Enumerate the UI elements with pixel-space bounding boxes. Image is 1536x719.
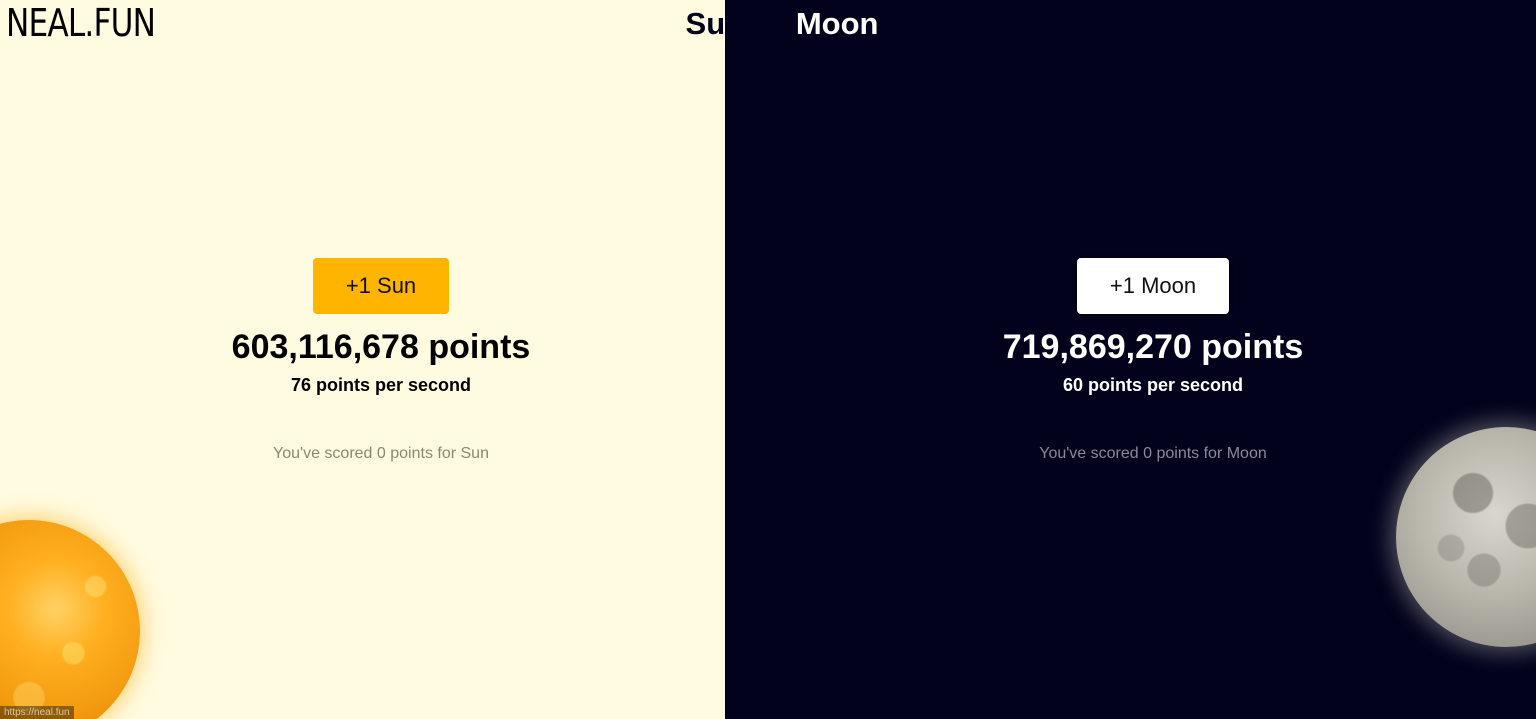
add-sun-button[interactable]: +1 Sun (312, 258, 450, 314)
title-moon-part: Moon (795, 6, 879, 41)
sun-image[interactable] (0, 520, 140, 719)
sun-panel: +1 Sun 603,116,678 points 76 points per … (151, 258, 611, 464)
title-sun-part: Sun vs (685, 6, 796, 41)
sun-points-per-second: 76 points per second (290, 375, 472, 395)
site-logo[interactable]: NEAL.FUN (6, 2, 156, 44)
sun-user-score: You've scored 0 points for Sun (273, 445, 489, 462)
moon-points: 719,869,270 points (1002, 328, 1304, 366)
page: NEAL.FUN Sun vs Moon +1 Sun 603,116,678 … (0, 0, 1536, 719)
moon-panel: +1 Moon 719,869,270 points 60 points per… (923, 258, 1383, 464)
link-status-bar: https://neal.fun (0, 706, 74, 719)
moon-points-per-second: 60 points per second (1062, 375, 1244, 395)
sun-points: 603,116,678 points (231, 328, 531, 366)
moon-user-score: You've scored 0 points for Moon (1039, 445, 1267, 462)
moon-image[interactable] (1396, 427, 1536, 647)
add-moon-button[interactable]: +1 Moon (1076, 258, 1230, 314)
